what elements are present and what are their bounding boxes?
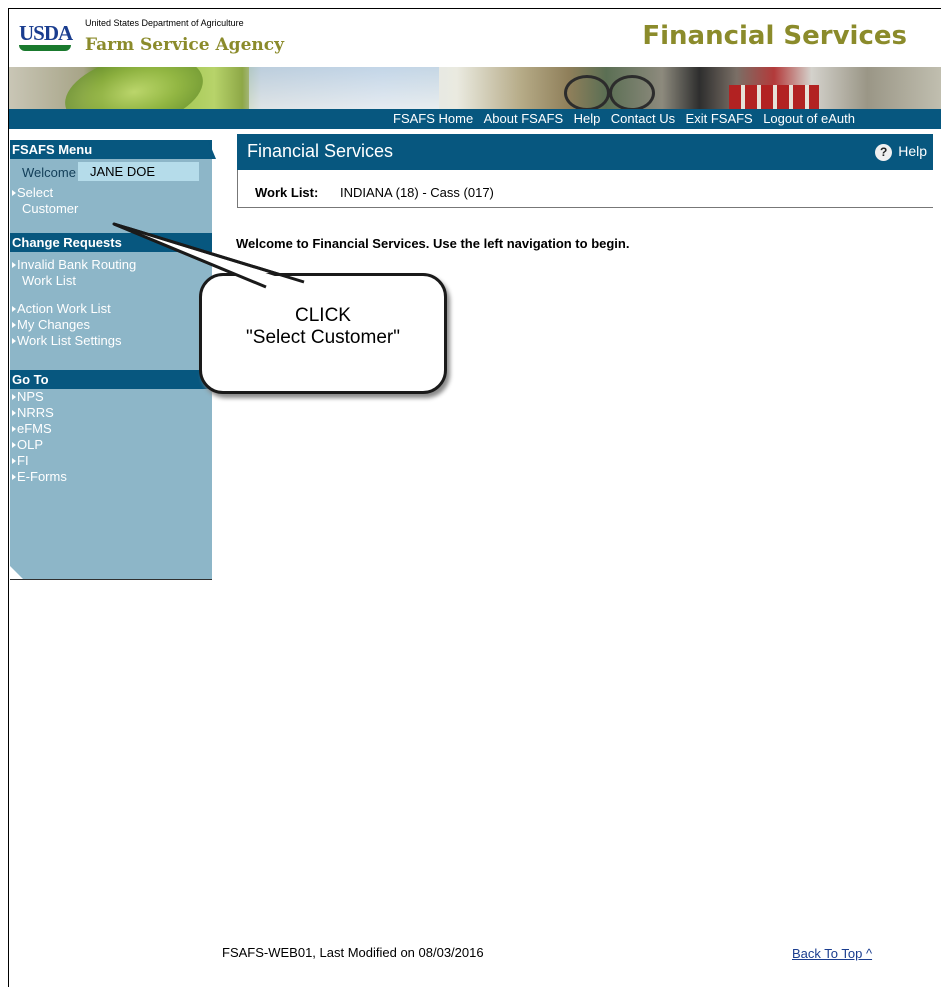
bicycle-wheel-icon [564,75,610,109]
help-icon: ? [875,144,893,161]
fsafs-side-menu: FSAFS Menu Welcome JANE DOE Select Custo… [10,140,216,580]
menu-item-nrrs[interactable]: NRRS [10,405,212,421]
nav-fsafs-home[interactable]: FSAFS Home [393,111,473,126]
menu-bottom-divider [10,579,212,580]
menu-item-label: NPS [17,389,44,404]
nav-exit-fsafs[interactable]: Exit FSAFS [686,111,753,126]
arrow-right-icon [12,322,16,328]
help-link[interactable]: ? Help [875,143,927,161]
menu-item-nps[interactable]: NPS [10,389,212,405]
nav-help[interactable]: Help [574,111,601,126]
menu-item-label: My Changes [17,317,90,332]
site-header: USDA United States Department of Agricul… [9,9,941,67]
arrow-right-icon [12,410,16,416]
callout-line-2: "Select Customer" [246,327,400,348]
agency-name: Farm Service Agency [85,35,284,55]
arrow-right-icon [12,306,16,312]
callout-line-1: CLICK [295,305,351,326]
menu-item-label: Customer [22,201,79,216]
nav-about-fsafs[interactable]: About FSAFS [484,111,563,126]
go-to-title: Go To [10,370,212,389]
arrow-right-icon [12,474,16,480]
user-name: JANE DOE [78,162,199,181]
page-header-bar: Financial Services ? Help [237,134,933,170]
worklist-value: INDIANA (18) - Cass (017) [340,185,494,200]
welcome-row: Welcome JANE DOE [10,159,212,185]
menu-item-label: Select [17,185,54,200]
worklist-label: Work List: [255,185,319,200]
nav-logout[interactable]: Logout of eAuth [763,111,855,126]
menu-item-work-list-settings[interactable]: Work List Settings [10,333,212,349]
footer-text: FSAFS-WEB01, Last Modified on 08/03/2016 [222,945,484,960]
menu-item-label: Invalid Bank Routing [17,257,137,272]
menu-item-label: OLP [17,437,44,452]
menu-item-label: Action Work List [17,301,111,316]
menu-item-my-changes[interactable]: My Changes [10,317,212,333]
leaf-photo [58,67,210,109]
menu-item-e-forms[interactable]: E-Forms [10,469,212,485]
sky-photo [249,67,439,109]
bicycle-wheel-icon [609,75,655,109]
usda-logo[interactable]: USDA [19,21,73,51]
top-nav-bar: FSAFS Home About FSAFS Help Contact Us E… [9,109,941,129]
welcome-label: Welcome [22,165,76,180]
menu-item-olp[interactable]: OLP [10,437,212,453]
welcome-message: Welcome to Financial Services. Use the l… [236,236,630,251]
nav-contact-us[interactable]: Contact Us [611,111,675,126]
back-to-top-link[interactable]: Back To Top ^ [792,946,872,961]
menu-item-label: Work List Settings [17,333,122,348]
menu-corner-decoration [10,566,24,580]
worklist-box: Work List: INDIANA (18) - Cass (017) [237,170,933,208]
site-title: Financial Services [642,21,907,51]
arrow-right-icon [12,190,16,196]
menu-item-fi[interactable]: FI [10,453,212,469]
department-name: United States Department of Agriculture [85,18,244,28]
arrow-right-icon [12,338,16,344]
header-banner-image [9,67,941,109]
arrow-right-icon [12,458,16,464]
menu-item-label: E-Forms [17,469,67,484]
menu-item-invalid-bank-routing[interactable]: Invalid Bank Routing Work List [10,257,212,289]
menu-item-action-work-list[interactable]: Action Work List [10,301,212,317]
menu-item-label: eFMS [17,421,52,436]
change-requests-title: Change Requests [10,233,212,252]
produce-trays-photo [729,85,819,109]
menu-item-label: FI [17,453,29,468]
menu-item-select-customer[interactable]: Select Customer [10,185,212,217]
arrow-right-icon [12,262,16,268]
page-title: Financial Services [247,141,394,161]
menu-item-label: NRRS [17,405,54,420]
arrow-right-icon [12,442,16,448]
menu-title: FSAFS Menu [10,140,216,159]
arrow-right-icon [12,426,16,432]
help-label: Help [898,143,927,159]
instruction-callout: CLICK "Select Customer" [199,273,447,394]
arrow-right-icon [12,394,16,400]
menu-item-efms[interactable]: eFMS [10,421,212,437]
menu-item-label: Work List [22,273,76,288]
